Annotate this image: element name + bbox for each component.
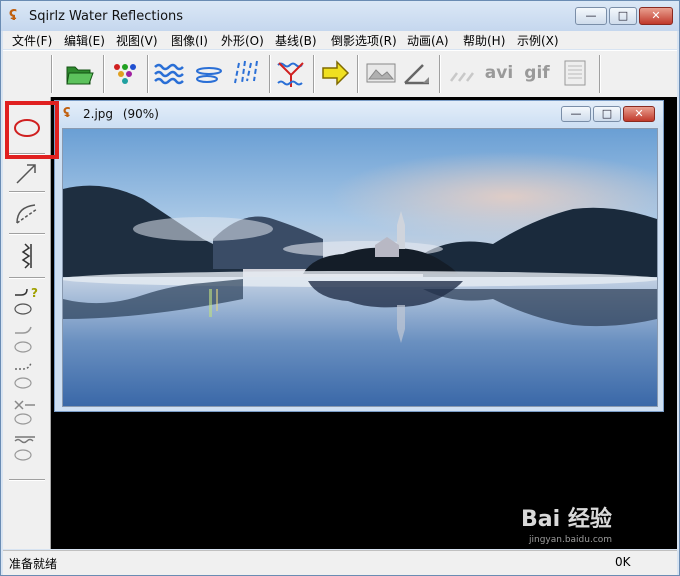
export-gif-button[interactable]: gif <box>521 57 553 89</box>
status-indicator: 0K <box>615 555 631 569</box>
toolbox-separator <box>9 191 45 193</box>
toolbar-separator <box>269 55 271 93</box>
export-avi-button[interactable]: avi <box>483 57 515 89</box>
menu-examples[interactable]: 示例(X) <box>517 32 559 49</box>
toolbox-separator <box>9 233 45 235</box>
baseline-tool-1-icon[interactable] <box>11 323 43 357</box>
reflection-split-icon[interactable] <box>275 57 307 89</box>
toolbar-separator <box>313 55 315 93</box>
baseline-help-icon[interactable]: ? <box>11 285 43 319</box>
zigzag-tool-icon[interactable] <box>11 241 43 271</box>
document-title-bar[interactable]: ʢ 2.jpg (90%) — □ ✕ <box>55 101 663 127</box>
watermark-logo: Bai 经验 <box>521 507 612 532</box>
curve-tool-icon[interactable] <box>11 199 43 229</box>
menu-file[interactable]: 文件(F) <box>12 32 52 49</box>
toolbox-separator <box>9 479 45 481</box>
image-preview-icon[interactable] <box>365 57 397 89</box>
waves-icon[interactable] <box>153 57 185 89</box>
menu-baseline[interactable]: 基线(B) <box>275 32 317 49</box>
toolbar: avi gif <box>3 50 677 98</box>
app-window: ʢ Sqirlz Water Reflections — □ ✕ 文件(F) 编… <box>0 0 680 576</box>
document-close-button[interactable]: ✕ <box>623 106 655 122</box>
menu-image[interactable]: 图像(I) <box>171 32 208 49</box>
menu-edit[interactable]: 编辑(E) <box>64 32 105 49</box>
rain-icon[interactable] <box>231 57 263 89</box>
document-title: 2.jpg (90%) <box>83 107 159 121</box>
document-icon[interactable] <box>559 57 591 89</box>
toolbar-separator <box>103 55 105 93</box>
document-filename: 2.jpg <box>83 107 114 121</box>
baseline-tool-3-icon[interactable] <box>11 395 43 429</box>
status-text: 准备就绪 <box>9 557 58 571</box>
menu-help[interactable]: 帮助(H) <box>463 32 505 49</box>
menu-view[interactable]: 视图(V) <box>116 32 158 49</box>
selection-highlight-box <box>5 101 59 159</box>
arrow-tool-icon[interactable] <box>11 157 43 187</box>
baseline-tool-4-icon[interactable] <box>11 431 43 465</box>
toolbar-separator <box>439 55 441 93</box>
close-button[interactable]: ✕ <box>639 7 673 25</box>
menu-shape[interactable]: 外形(O) <box>221 32 264 49</box>
lake-photo[interactable] <box>62 128 658 407</box>
document-logo-icon: ʢ <box>63 106 71 121</box>
status-bar: 准备就绪 0K <box>3 550 677 575</box>
arrow-right-icon[interactable] <box>319 57 351 89</box>
minimize-button[interactable]: — <box>575 7 607 25</box>
app-logo-icon: ʢ <box>9 8 18 24</box>
toolbox-separator <box>9 277 45 279</box>
left-toolbox: ? <box>3 97 51 549</box>
image-document-window: ʢ 2.jpg (90%) — □ ✕ <box>54 100 664 412</box>
toolbar-separator <box>147 55 149 93</box>
baseline-tool-2-icon[interactable] <box>11 359 43 393</box>
toolbar-separator <box>357 55 359 93</box>
palette-dots-icon[interactable] <box>109 57 141 89</box>
maximize-button[interactable]: □ <box>609 7 637 25</box>
document-minimize-button[interactable]: — <box>561 106 591 122</box>
document-zoom: (90%) <box>122 107 159 121</box>
menu-reflection-options[interactable]: 倒影选项(R) <box>331 32 397 49</box>
toolbar-separator <box>51 55 53 93</box>
watermark-url: jingyan.baidu.com <box>529 535 613 545</box>
angle-icon[interactable] <box>401 57 433 89</box>
window-title: Sqirlz Water Reflections <box>29 9 184 24</box>
open-folder-icon[interactable] <box>63 57 95 89</box>
toolbar-separator <box>599 55 601 93</box>
document-maximize-button[interactable]: □ <box>593 106 621 122</box>
svg-text:?: ? <box>31 286 38 300</box>
menu-bar: 文件(F) 编辑(E) 视图(V) 图像(I) 外形(O) 基线(B) 倒影选项… <box>3 31 677 49</box>
streaks-icon[interactable] <box>447 57 479 89</box>
title-bar[interactable]: ʢ Sqirlz Water Reflections — □ ✕ <box>1 1 679 31</box>
menu-animation[interactable]: 动画(A) <box>407 32 449 49</box>
ripples-icon[interactable] <box>193 57 225 89</box>
